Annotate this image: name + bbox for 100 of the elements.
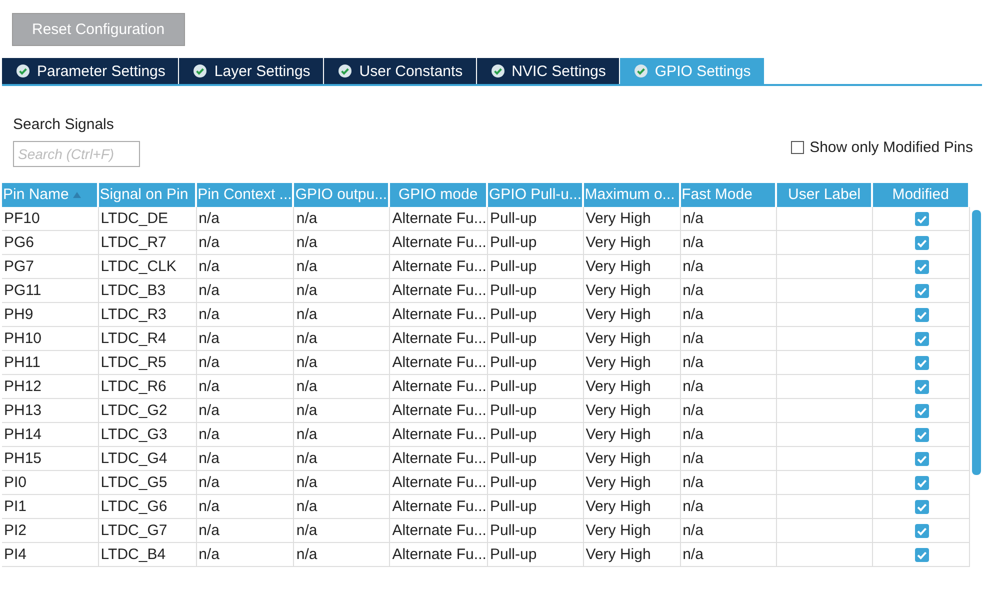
table-cell: Pull-up [488, 471, 584, 495]
modified-checkbox[interactable] [915, 308, 930, 322]
table-cell: LTDC_R4 [98, 327, 197, 351]
check-icon [634, 64, 648, 78]
table-cell: n/a [196, 327, 294, 351]
table-cell: LTDC_G5 [98, 471, 197, 495]
table-cell: Very High [584, 447, 681, 471]
table-cell: Alternate Fu... [390, 495, 488, 519]
modified-checkbox[interactable] [915, 236, 930, 250]
table-cell: Alternate Fu... [390, 303, 488, 327]
modified-checkbox[interactable] [915, 212, 930, 226]
table-cell: Very High [584, 471, 681, 495]
table-cell: Alternate Fu... [390, 519, 488, 543]
table-cell: PG7 [2, 255, 99, 279]
table-cell: Very High [584, 303, 681, 327]
modified-checkbox[interactable] [915, 404, 930, 418]
column-header[interactable]: GPIO Pull-u... [488, 183, 584, 207]
checkbox[interactable] [790, 141, 804, 154]
table-cell: PF10 [2, 207, 99, 231]
table-cell: Alternate Fu... [390, 327, 488, 351]
table-cell: Very High [584, 351, 681, 375]
modified-checkbox[interactable] [915, 332, 930, 346]
table-cell: Very High [584, 279, 681, 303]
modified-checkbox[interactable] [915, 260, 930, 274]
column-header[interactable]: Modified [873, 183, 970, 207]
table-cell: Pull-up [488, 231, 584, 255]
table-cell: PI2 [2, 519, 99, 543]
table-cell: LTDC_DE [98, 207, 197, 231]
search-field[interactable]: Search (Ctrl+F) [13, 141, 140, 167]
table-cell: n/a [196, 519, 294, 543]
settings-tab[interactable]: Layer Settings [179, 58, 324, 84]
table-cell: LTDC_B4 [98, 543, 197, 567]
modified-checkbox[interactable] [915, 476, 930, 490]
check-icon [338, 64, 352, 78]
table-cell: n/a [294, 351, 390, 375]
column-header[interactable]: User Label [777, 183, 874, 207]
column-header[interactable]: Pin Name [2, 183, 99, 207]
table-cell: Very High [584, 423, 681, 447]
settings-tab[interactable]: User Constants [324, 58, 477, 84]
table-cell: n/a [680, 231, 778, 255]
table-cell: n/a [196, 423, 294, 447]
column-header[interactable]: GPIO outpu... [294, 183, 390, 207]
table-cell: Very High [584, 543, 681, 567]
table-cell: Alternate Fu... [390, 543, 488, 567]
column-header[interactable]: Fast Mode [680, 183, 778, 207]
table-cell: n/a [680, 399, 778, 423]
table-cell: n/a [196, 375, 294, 399]
table-cell: Alternate Fu... [390, 207, 488, 231]
table-cell: Pull-up [488, 423, 584, 447]
table-cell: PH14 [2, 423, 99, 447]
modified-checkbox[interactable] [915, 428, 930, 442]
table-cell: LTDC_B3 [98, 279, 197, 303]
table-cell: n/a [294, 375, 390, 399]
table-cell: n/a [196, 495, 294, 519]
table-cell: n/a [680, 351, 778, 375]
modified-checkbox[interactable] [915, 524, 930, 538]
modified-checkbox[interactable] [915, 284, 930, 298]
modified-checkbox[interactable] [915, 548, 930, 562]
table-cell: n/a [196, 471, 294, 495]
table-cell: Pull-up [488, 207, 584, 231]
table-cell: n/a [294, 495, 390, 519]
table-cell: Very High [584, 207, 681, 231]
table-cell: LTDC_G4 [98, 447, 197, 471]
table-cell: n/a [294, 447, 390, 471]
table-cell: n/a [294, 471, 390, 495]
column-header[interactable]: Signal on Pin [98, 183, 197, 207]
modified-checkbox[interactable] [915, 452, 930, 466]
settings-tab[interactable]: Parameter Settings [2, 58, 180, 84]
table-cell: LTDC_R3 [98, 303, 197, 327]
modified-checkbox[interactable] [915, 380, 930, 394]
table-cell: Very High [584, 255, 681, 279]
table-cell: n/a [680, 255, 778, 279]
table-cell: n/a [680, 447, 778, 471]
table-cell: n/a [680, 327, 778, 351]
modified-checkbox[interactable] [915, 500, 930, 514]
table-cell: Pull-up [488, 255, 584, 279]
table-cell: Pull-up [488, 327, 584, 351]
table-cell: Pull-up [488, 375, 584, 399]
table-cell: Alternate Fu... [390, 351, 488, 375]
table-cell: LTDC_R7 [98, 231, 197, 255]
column-header[interactable]: GPIO mode [390, 183, 488, 207]
table-cell: LTDC_CLK [98, 255, 197, 279]
column-header[interactable]: Pin Context ... [196, 183, 294, 207]
column-header[interactable]: Maximum o... [584, 183, 681, 207]
modified-checkbox[interactable] [915, 356, 930, 370]
table-cell: n/a [680, 207, 778, 231]
scrollbar[interactable] [972, 210, 981, 475]
reset-configuration-button[interactable]: Reset Configuration [12, 13, 185, 46]
table-cell: Pull-up [488, 543, 584, 567]
table-cell: n/a [680, 375, 778, 399]
table-cell: n/a [680, 519, 778, 543]
table-cell: n/a [294, 255, 390, 279]
sort-icon [72, 192, 81, 198]
table-cell: PH15 [2, 447, 99, 471]
check-icon [490, 64, 505, 78]
table-cell: LTDC_R6 [98, 375, 197, 399]
settings-tab[interactable]: GPIO Settings [620, 58, 765, 84]
check-icon [16, 64, 30, 78]
settings-tab[interactable]: NVIC Settings [476, 58, 620, 84]
table-cell: n/a [294, 543, 390, 567]
